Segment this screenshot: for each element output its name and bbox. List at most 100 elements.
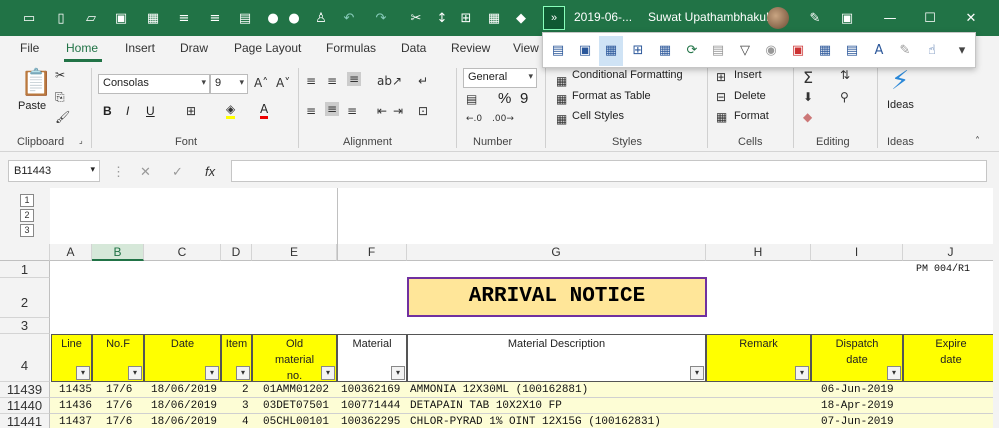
- cell-old-material[interactable]: 05CHL00101: [260, 414, 332, 428]
- textbox-icon[interactable]: A: [870, 42, 888, 60]
- cell-material[interactable]: 100771444: [338, 398, 403, 414]
- italic-button[interactable]: I: [126, 104, 129, 118]
- table-icon[interactable]: ▦: [485, 9, 503, 27]
- number-format-select[interactable]: General ▾: [463, 68, 537, 88]
- cell-item[interactable]: 3: [239, 398, 252, 414]
- maximize-icon[interactable]: ☐: [921, 9, 939, 27]
- formula-input[interactable]: [231, 160, 987, 182]
- align-center-icon[interactable]: ≡: [325, 102, 340, 116]
- page-setup-icon[interactable]: ▣: [576, 42, 594, 60]
- cell-line[interactable]: 11436: [56, 398, 95, 414]
- cell-item[interactable]: 2: [239, 382, 252, 398]
- filter-dropdown-button[interactable]: ▾: [76, 366, 90, 380]
- column-header-a[interactable]: A: [50, 244, 92, 261]
- column-header-i[interactable]: I: [811, 244, 903, 261]
- outline-level-1[interactable]: 1: [20, 194, 34, 207]
- conditional-formatting-button[interactable]: Conditional Formatting: [572, 69, 683, 81]
- cell-line[interactable]: 11435: [56, 382, 95, 398]
- fill-color-icon[interactable]: ◆: [512, 9, 530, 27]
- redo-icon[interactable]: ↷: [372, 9, 390, 27]
- format-painter-icon[interactable]: ✂: [407, 9, 425, 27]
- align-right-icon[interactable]: ≡: [347, 104, 357, 118]
- insert-function-button[interactable]: fx: [205, 164, 215, 179]
- filter-dropdown-button[interactable]: ▾: [887, 366, 901, 380]
- delete-button[interactable]: Delete: [734, 90, 766, 102]
- column-header-c[interactable]: C: [144, 244, 221, 261]
- font-name-select[interactable]: Consolas ▾: [98, 74, 210, 94]
- cell-old-material[interactable]: 01AMM01202: [260, 382, 332, 398]
- cell-old-material[interactable]: 03DET07501: [260, 398, 332, 414]
- cell-description[interactable]: AMMONIA 12X30ML (100162881): [407, 382, 591, 398]
- sort-filter-icon[interactable]: ⇅: [840, 68, 850, 82]
- shrink-font-icon[interactable]: A˅: [276, 76, 290, 90]
- filter-dropdown-button[interactable]: ▾: [321, 366, 335, 380]
- decrease-indent-icon[interactable]: ⇤: [377, 104, 387, 118]
- open-file-icon[interactable]: ▱: [82, 9, 100, 27]
- filter-dropdown-button[interactable]: ▾: [795, 366, 809, 380]
- format-as-table-button[interactable]: Format as Table: [572, 90, 651, 102]
- tab-formulas[interactable]: Formulas: [326, 41, 376, 55]
- wrap-text-icon[interactable]: ↵: [418, 74, 428, 88]
- tab-draw[interactable]: Draw: [180, 41, 208, 55]
- circle-icon[interactable]: ◉: [762, 42, 780, 60]
- row-header-2[interactable]: 2: [0, 278, 50, 318]
- orientation-icon[interactable]: ab↗: [377, 74, 402, 88]
- pen-icon[interactable]: ✎: [806, 9, 824, 27]
- tab-file[interactable]: File: [20, 41, 39, 55]
- increase-decimal-icon[interactable]: ←.0: [466, 114, 482, 124]
- grid-icon[interactable]: ⊞: [629, 42, 647, 60]
- format-painter-icon[interactable]: 🖌: [55, 110, 70, 124]
- row-header-3[interactable]: 3: [0, 318, 50, 334]
- select-all-corner[interactable]: [0, 244, 50, 261]
- record-icon[interactable]: ●: [264, 9, 282, 27]
- indent-icon[interactable]: ≡: [175, 9, 193, 27]
- minimize-icon[interactable]: —: [881, 9, 899, 27]
- column-header-b[interactable]: B: [92, 244, 144, 261]
- cell-styles-button[interactable]: Cell Styles: [572, 110, 624, 122]
- insert-cells-icon[interactable]: ⊞: [716, 70, 726, 84]
- enter-icon[interactable]: ✓: [172, 164, 183, 180]
- print-preview-icon[interactable]: ♙: [312, 9, 330, 27]
- qat-more-button[interactable]: »: [543, 6, 565, 30]
- filter-dropdown-button[interactable]: ▾: [690, 366, 704, 380]
- cell-nof[interactable]: 17/6: [103, 414, 135, 428]
- data-icon[interactable]: ▦: [816, 42, 834, 60]
- increase-indent-icon[interactable]: ⇥: [393, 104, 403, 118]
- cell-nof[interactable]: 17/6: [103, 398, 135, 414]
- outline-level-2[interactable]: 2: [20, 209, 34, 222]
- border-icon[interactable]: ▦: [144, 9, 162, 27]
- clear-icon[interactable]: ◆: [803, 110, 812, 124]
- bold-button[interactable]: B: [103, 104, 112, 118]
- filter-dropdown-button[interactable]: ▾: [236, 366, 250, 380]
- font-color-icon[interactable]: A: [260, 102, 269, 119]
- column-header-e[interactable]: E: [252, 244, 337, 261]
- align-bottom-icon[interactable]: ≡: [347, 72, 362, 86]
- cell-dispatch[interactable]: 18-Apr-2019: [818, 398, 897, 414]
- merge-center-icon[interactable]: ⊡: [418, 104, 428, 118]
- ribbon-display-icon[interactable]: ▣: [838, 9, 856, 27]
- customize-icon[interactable]: ▾: [953, 42, 971, 60]
- cell-description[interactable]: DETAPAIN TAB 10X2X10 FP: [407, 398, 565, 414]
- merge-icon[interactable]: ▤: [236, 9, 254, 27]
- fill-icon[interactable]: ⬇: [803, 90, 813, 104]
- window-icon[interactable]: ▭: [20, 9, 38, 27]
- format-button[interactable]: Format: [734, 110, 769, 122]
- tab-home[interactable]: Home: [66, 41, 98, 55]
- name-box[interactable]: B11443 ▾: [8, 160, 100, 182]
- copy-icon[interactable]: ⎘: [55, 90, 65, 105]
- cell-nof[interactable]: 17/6: [103, 382, 135, 398]
- font-size-select[interactable]: 9 ▾: [210, 74, 248, 94]
- filter-dropdown-button[interactable]: ▾: [205, 366, 219, 380]
- borders-icon[interactable]: ⊞: [186, 104, 196, 118]
- outdent-icon[interactable]: ≡: [206, 9, 224, 27]
- autosum-icon[interactable]: Σ: [803, 68, 813, 87]
- touch-icon[interactable]: ☝: [923, 42, 941, 60]
- cell-line[interactable]: 11437: [56, 414, 95, 428]
- ideas-icon[interactable]: ⚡: [891, 66, 909, 96]
- format-table-icon[interactable]: ▦: [556, 92, 567, 106]
- column-header-f[interactable]: F: [337, 244, 407, 261]
- stop-icon[interactable]: ●: [285, 9, 303, 27]
- cell-styles-icon[interactable]: ▦: [556, 112, 567, 126]
- align-left-icon[interactable]: ≡: [306, 104, 316, 118]
- cell-item[interactable]: 4: [239, 414, 252, 428]
